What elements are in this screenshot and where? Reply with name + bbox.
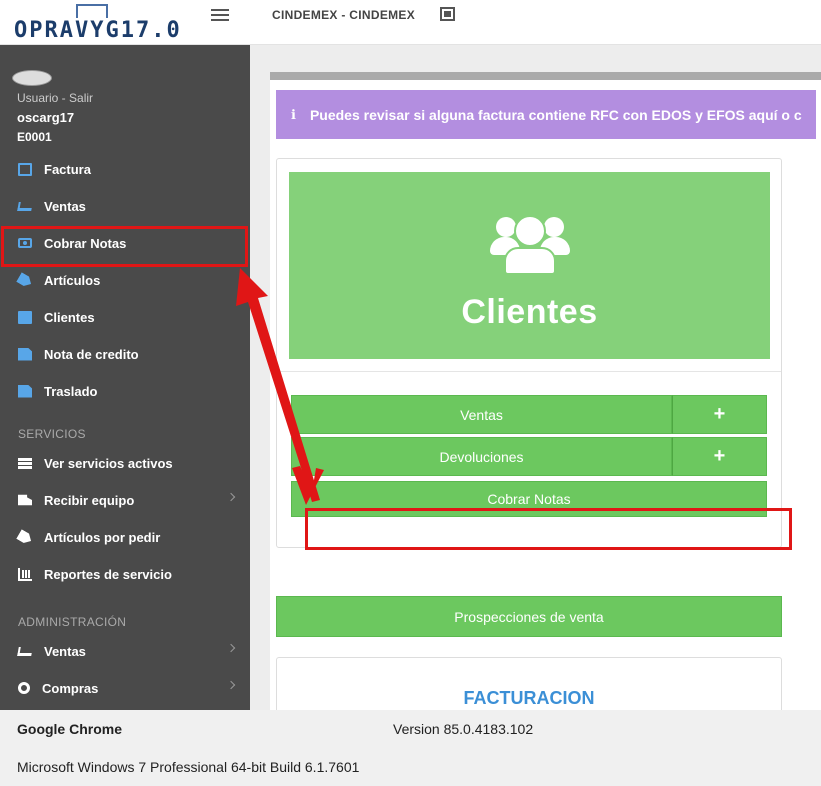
sidebar-item-label: Nota de credito bbox=[44, 346, 139, 362]
browser-version: Version 85.0.4183.102 bbox=[393, 721, 534, 737]
menu-toggle-icon[interactable] bbox=[211, 9, 229, 21]
clientes-card[interactable]: Clientes bbox=[289, 172, 770, 359]
money-icon bbox=[18, 238, 32, 248]
sidebar-item-compras[interactable]: Compras bbox=[0, 670, 250, 706]
facturacion-box: FACTURACION bbox=[276, 657, 782, 717]
tag-icon bbox=[16, 272, 34, 289]
sidebar-item-label: Recibir equipo bbox=[44, 492, 135, 508]
facturacion-title: FACTURACION bbox=[463, 688, 595, 708]
sidebar-item-servicios-activos[interactable]: Ver servicios activos bbox=[0, 445, 250, 481]
main-content: ℹ Puedes revisar si alguna factura conti… bbox=[250, 45, 821, 722]
clientes-title: Clientes bbox=[461, 293, 598, 331]
chart-icon bbox=[18, 567, 32, 581]
sidebar-item-label: Artículos bbox=[44, 272, 101, 288]
gear-icon bbox=[18, 682, 30, 694]
chevron-right-icon bbox=[226, 643, 236, 653]
avatar bbox=[12, 70, 52, 86]
chevron-right-icon bbox=[226, 680, 236, 690]
sidebar-item-label: Traslado bbox=[44, 383, 98, 399]
cart-icon bbox=[17, 646, 33, 656]
sidebar-item-recibir-equipo[interactable]: Recibir equipo bbox=[0, 482, 250, 518]
ventas-row: Ventas + bbox=[291, 395, 767, 434]
sidebar-item-traslado[interactable]: Traslado bbox=[0, 373, 250, 409]
info-icon: ℹ bbox=[291, 106, 296, 122]
cobrar-notas-button[interactable]: Cobrar Notas bbox=[291, 481, 767, 517]
tags-icon bbox=[16, 529, 34, 546]
add-devolucion-button[interactable]: + bbox=[672, 437, 767, 476]
sidebar-item-articulos[interactable]: Artículos bbox=[0, 262, 250, 298]
divider bbox=[277, 371, 781, 372]
sidebar-item-articulos-pedir[interactable]: Artículos por pedir bbox=[0, 519, 250, 555]
user-name: oscarg17 bbox=[17, 110, 75, 125]
file-icon bbox=[18, 347, 32, 361]
sidebar-item-label: Factura bbox=[44, 161, 91, 177]
users-icon bbox=[489, 207, 570, 277]
logo-text: OPRAVYG17.0 bbox=[14, 18, 182, 43]
app-logo[interactable]: OPRAVYG17.0 bbox=[14, 4, 180, 44]
address-book-icon bbox=[18, 310, 32, 324]
cart-icon bbox=[17, 201, 33, 211]
sidebar: Usuario - Salir oscarg17 E0001 Factura V… bbox=[0, 45, 250, 710]
company-name: CINDEMEX - CINDEMEX bbox=[272, 8, 416, 22]
truck-icon bbox=[18, 494, 32, 506]
browser-name: Google Chrome bbox=[17, 721, 123, 737]
top-header: OPRAVYG17.0 CINDEMEX - CINDEMEX bbox=[0, 0, 821, 45]
user-code: E0001 bbox=[17, 130, 52, 144]
sidebar-item-label: Compras bbox=[42, 680, 99, 696]
file-code-icon bbox=[18, 162, 32, 176]
sidebar-item-label: Reportes de servicio bbox=[44, 566, 172, 582]
logo-house-icon bbox=[76, 4, 108, 18]
sidebar-item-label: Ventas bbox=[44, 643, 86, 659]
section-label-servicios: SERVICIOS bbox=[18, 427, 86, 441]
clientes-box: Clientes Ventas + Devoluciones + Cobrar … bbox=[276, 158, 782, 548]
sidebar-item-factura[interactable]: Factura bbox=[0, 151, 250, 187]
sidebar-item-label: Clientes bbox=[44, 309, 95, 325]
info-alert-text: Puedes revisar si alguna factura contien… bbox=[309, 106, 802, 123]
add-venta-button[interactable]: + bbox=[672, 395, 767, 434]
sidebar-item-ventas[interactable]: Ventas bbox=[0, 188, 250, 224]
file-icon bbox=[18, 384, 32, 398]
os-info: Microsoft Windows 7 Professional 64-bit … bbox=[17, 759, 360, 775]
sidebar-item-label: Cobrar Notas bbox=[44, 235, 127, 251]
info-alert[interactable]: ℹ Puedes revisar si alguna factura conti… bbox=[276, 90, 816, 139]
devoluciones-row: Devoluciones + bbox=[291, 437, 767, 476]
section-label-administracion: ADMINISTRACIÓN bbox=[18, 615, 127, 629]
sidebar-item-label: Ver servicios activos bbox=[44, 455, 173, 471]
sidebar-item-nota-credito[interactable]: Nota de credito bbox=[0, 336, 250, 372]
sidebar-item-admin-ventas[interactable]: Ventas bbox=[0, 633, 250, 669]
devoluciones-button[interactable]: Devoluciones bbox=[291, 437, 672, 476]
sidebar-item-label: Ventas bbox=[44, 198, 86, 214]
prospecciones-button[interactable]: Prospecciones de venta bbox=[276, 596, 782, 637]
chevron-right-icon bbox=[226, 492, 236, 502]
list-icon bbox=[18, 457, 32, 469]
user-logout-link[interactable]: Usuario - Salir bbox=[17, 91, 93, 105]
sidebar-item-clientes[interactable]: Clientes bbox=[0, 299, 250, 335]
ventas-button[interactable]: Ventas bbox=[291, 395, 672, 434]
system-info-footer: Google Chrome Version 85.0.4183.102 Micr… bbox=[0, 710, 821, 786]
sidebar-item-reportes-servicio[interactable]: Reportes de servicio bbox=[0, 556, 250, 592]
sidebar-item-label: Artículos por pedir bbox=[44, 529, 161, 545]
sidebar-item-cobrar-notas[interactable]: Cobrar Notas bbox=[0, 225, 250, 261]
fullscreen-icon[interactable] bbox=[440, 7, 455, 21]
